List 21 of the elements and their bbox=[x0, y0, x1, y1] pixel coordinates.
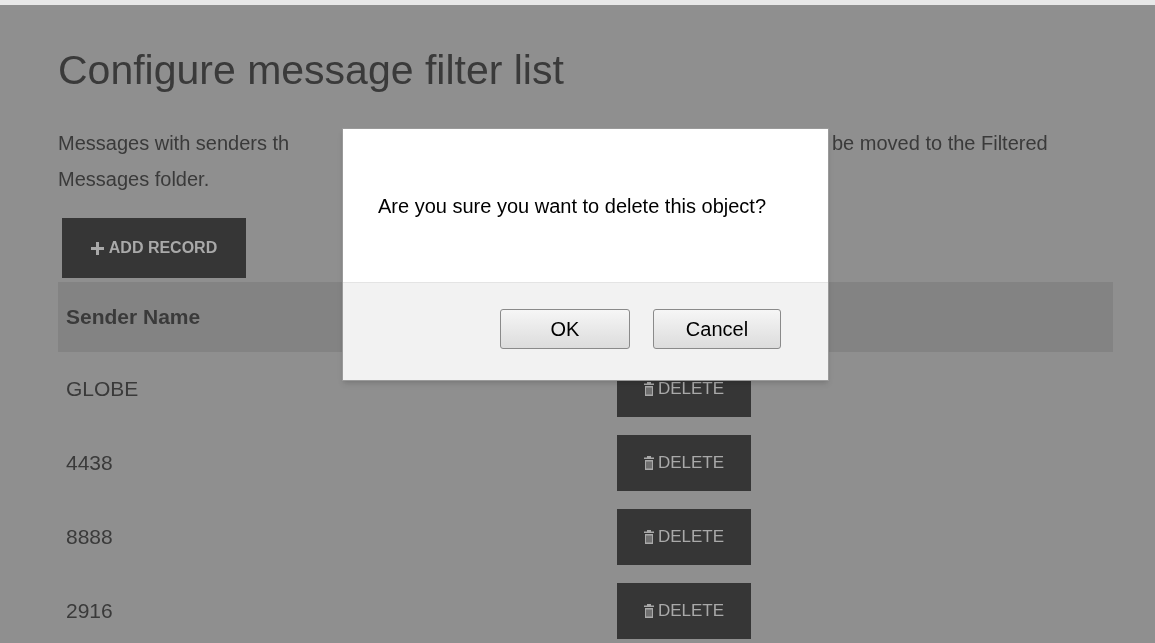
trash-icon bbox=[643, 530, 654, 544]
cancel-button[interactable]: Cancel bbox=[653, 309, 781, 349]
ok-button[interactable]: OK bbox=[500, 309, 630, 349]
table-cell: 2916 bbox=[66, 599, 113, 623]
table-cell: GLOBE bbox=[66, 377, 139, 401]
trash-icon bbox=[643, 604, 654, 618]
trash-icon bbox=[643, 382, 654, 396]
table-cell: 8888 bbox=[66, 525, 113, 549]
description-text: Messages folder. bbox=[58, 168, 210, 190]
description-text: be moved to the Filtered bbox=[832, 131, 1048, 156]
column-header: Sender Name bbox=[66, 304, 201, 331]
dialog-message: Are you sure you want to delete this object? bbox=[378, 193, 766, 219]
plus-icon bbox=[90, 241, 104, 255]
delete-button[interactable]: DELETE bbox=[617, 435, 751, 491]
description-text: Messages with senders th bbox=[58, 132, 290, 154]
table-cell: 4438 bbox=[66, 451, 113, 475]
delete-button[interactable]: DELETE bbox=[617, 509, 751, 565]
page-title: Configure message filter list bbox=[58, 50, 564, 90]
add-record-button[interactable]: ADD RECORD bbox=[62, 218, 246, 278]
trash-icon bbox=[643, 456, 654, 470]
delete-button[interactable]: DELETE bbox=[617, 583, 751, 639]
